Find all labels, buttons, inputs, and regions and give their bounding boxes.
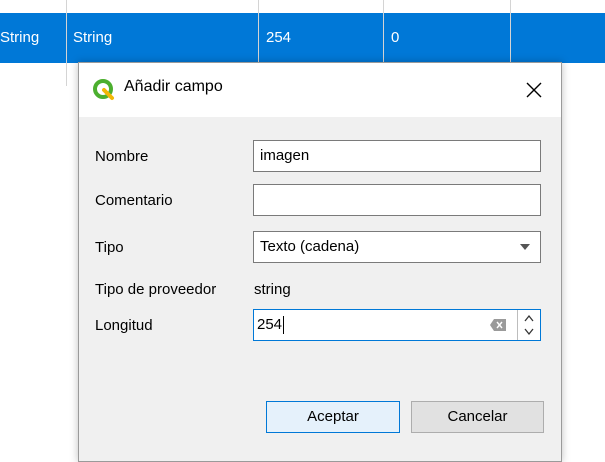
- longitud-label: Longitud: [95, 317, 153, 334]
- tipo-select[interactable]: Texto (cadena): [253, 231, 541, 263]
- spin-down-icon[interactable]: [518, 325, 540, 340]
- add-field-dialog: Añadir campo Nombre imagen Comentario Ti…: [78, 62, 562, 462]
- comentario-input[interactable]: [253, 184, 541, 216]
- column-divider: [66, 0, 67, 86]
- close-icon: [526, 82, 542, 98]
- proveedor-value: string: [254, 281, 291, 298]
- table-cell-precision[interactable]: 0: [391, 13, 399, 63]
- spin-buttons[interactable]: [517, 310, 540, 340]
- nombre-label: Nombre: [95, 148, 149, 165]
- qgis-logo-icon: [93, 79, 114, 100]
- chevron-down-icon: [520, 244, 530, 250]
- proveedor-label: Tipo de proveedor: [95, 281, 217, 298]
- longitud-spinbox[interactable]: 254: [253, 309, 541, 341]
- longitud-value: 254: [257, 316, 283, 333]
- dialog-title: Añadir campo: [124, 78, 223, 95]
- tipo-label: Tipo: [95, 239, 124, 256]
- comentario-label: Comentario: [95, 192, 173, 209]
- table-cell-type-name[interactable]: String: [0, 13, 64, 63]
- table-cell-type[interactable]: String: [73, 13, 112, 63]
- clear-icon[interactable]: [490, 319, 506, 331]
- dialog-titlebar: Añadir campo: [79, 63, 561, 117]
- table-cell-length[interactable]: 254: [266, 13, 291, 63]
- tipo-selected-value: Texto (cadena): [260, 238, 360, 255]
- close-button[interactable]: [519, 75, 549, 105]
- cancel-button[interactable]: Cancelar: [411, 401, 544, 433]
- spin-up-icon[interactable]: [518, 310, 540, 325]
- text-caret: [283, 316, 285, 335]
- nombre-input[interactable]: imagen: [253, 140, 541, 172]
- accept-button[interactable]: Aceptar: [266, 401, 400, 433]
